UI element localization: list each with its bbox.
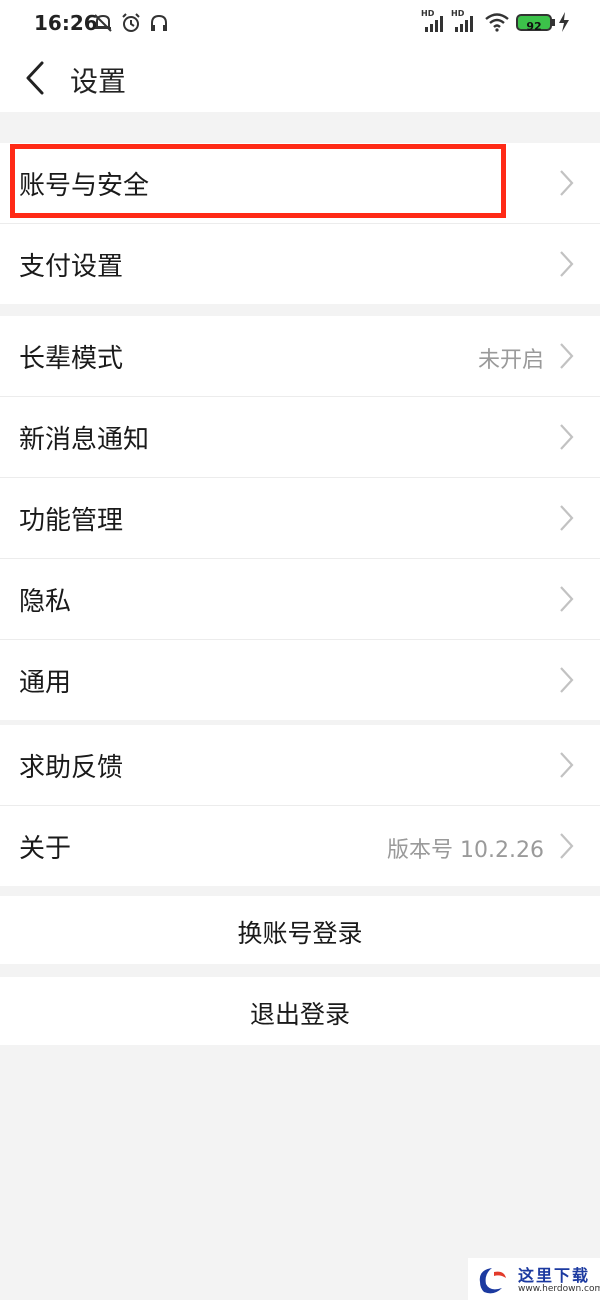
chevron-right-icon: [560, 505, 574, 531]
settings-item-general[interactable]: 通用: [0, 639, 600, 720]
settings-item-label: 求助反馈: [19, 753, 124, 783]
settings-item-value: 未开启: [477, 348, 544, 373]
watermark-brand: 这里下载: [518, 1266, 591, 1285]
settings-item-label: 新消息通知: [19, 425, 150, 455]
settings-item-label: 支付设置: [19, 252, 124, 282]
settings-group-support: 求助反馈 关于 版本号 10.2.26: [0, 725, 600, 886]
settings-item-privacy[interactable]: 隐私: [0, 558, 600, 639]
chevron-right-icon: [560, 424, 574, 450]
settings-item-elder-mode[interactable]: 长辈模式 未开启: [0, 316, 600, 396]
battery-level: 92: [526, 20, 542, 33]
mute-icon: [94, 14, 112, 32]
header: 设置: [0, 44, 600, 112]
settings-item-features[interactable]: 功能管理: [0, 477, 600, 558]
settings-item-about[interactable]: 关于 版本号 10.2.26: [0, 805, 600, 886]
chevron-right-icon: [560, 752, 574, 778]
back-arrow-icon[interactable]: [22, 60, 52, 96]
highlight-annotation: [10, 144, 506, 218]
chevron-right-icon: [560, 343, 574, 369]
battery-tip: [552, 19, 555, 26]
settings-item-label: 通用: [19, 668, 72, 698]
watermark-url: www.herdown.com: [518, 1284, 600, 1294]
signal-icon-2: [455, 16, 473, 32]
switch-account-label: 换账号登录: [237, 919, 363, 948]
chevron-right-icon: [560, 667, 574, 693]
watermark: 这里下载 www.herdown.com: [468, 1258, 600, 1300]
settings-item-label: 隐私: [19, 587, 72, 617]
status-bar: 16:26 HD HD 92: [0, 0, 600, 44]
watermark-logo-icon: [479, 1268, 506, 1294]
alarm-icon: [122, 13, 140, 32]
battery-icon: 92: [516, 14, 552, 33]
signal-icon: [425, 16, 443, 32]
chevron-right-icon: [560, 833, 574, 859]
status-time: 16:26: [34, 11, 98, 35]
settings-item-label: 关于: [19, 834, 72, 864]
chevron-right-icon: [560, 586, 574, 612]
settings-item-label: 功能管理: [19, 506, 124, 536]
settings-item-notifications[interactable]: 新消息通知: [0, 396, 600, 477]
settings-group-general: 长辈模式 未开启 新消息通知 功能管理 隐私 通用: [0, 316, 600, 720]
settings-item-help-feedback[interactable]: 求助反馈: [0, 725, 600, 805]
logout-label: 退出登录: [249, 1000, 350, 1029]
wifi-icon: [485, 13, 509, 32]
page-title: 设置: [70, 65, 127, 98]
headset-icon: [151, 14, 167, 31]
chevron-right-icon: [560, 170, 574, 196]
charging-icon: [559, 12, 569, 32]
switch-account-button[interactable]: 换账号登录: [0, 896, 600, 964]
settings-item-payment[interactable]: 支付设置: [0, 223, 600, 304]
logout-button[interactable]: 退出登录: [0, 977, 600, 1045]
settings-item-label: 长辈模式: [19, 344, 124, 374]
chevron-right-icon: [560, 251, 574, 277]
settings-item-value: 版本号 10.2.26: [387, 838, 544, 863]
